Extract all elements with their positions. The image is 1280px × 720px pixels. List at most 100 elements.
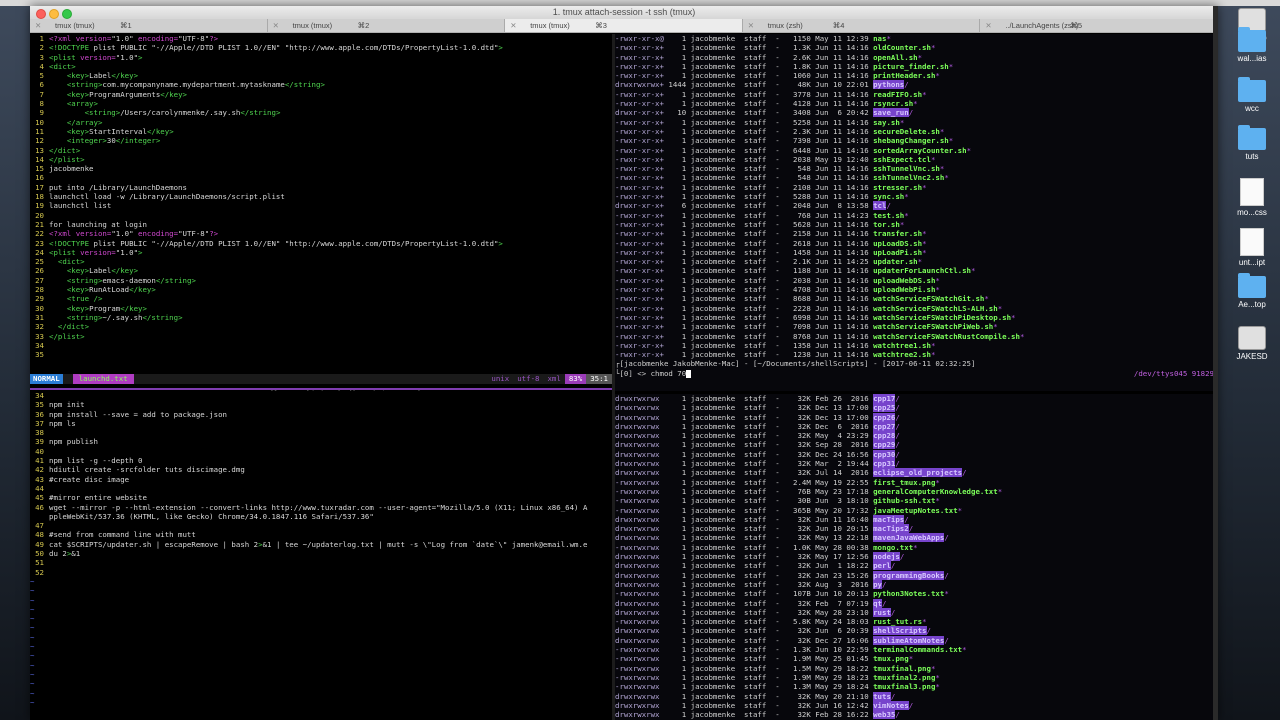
ls-filename[interactable]: generalComputerKnowledge.txt [873, 487, 998, 496]
ls-filename[interactable]: qt [873, 598, 883, 608]
desktop-icon-mo-css[interactable]: mo...css [1222, 178, 1280, 217]
ls-filename[interactable]: tor.sh [873, 220, 900, 229]
ls-filename[interactable]: printHeader.sh [873, 71, 935, 80]
ls-filename[interactable]: cpp17 [873, 394, 896, 403]
ls-filename[interactable]: watchServiceFSWatchPiWeb.sh [873, 322, 993, 331]
ls-filename[interactable]: javaMeetupNotes.txt [873, 506, 958, 515]
ls-filename[interactable]: rust [873, 607, 891, 617]
ls-filename[interactable]: cpp25 [873, 403, 896, 413]
ls-filename[interactable]: tmuxfinal2.png [873, 673, 935, 682]
ls-size: 2038 [788, 154, 816, 164]
ls-filename[interactable]: picture_finder.sh [873, 62, 949, 71]
ls-filename[interactable]: rust_tut.rs [873, 617, 922, 626]
ls-filename[interactable]: tmuxfinal.png [873, 664, 931, 673]
ls-filename[interactable]: sshTunnelVnc.sh [873, 164, 940, 173]
tab-4[interactable]: ✕ tmux (zsh) ⌘4 [743, 19, 981, 32]
close-tab-icon[interactable]: ✕ [985, 21, 991, 30]
ls-filename[interactable]: nodejs [873, 552, 900, 562]
line-text: #send from command line with mutt [49, 530, 196, 540]
ls-filename[interactable]: mavenJavaWebApps [873, 533, 945, 543]
ls-filename[interactable]: watchServiceFSWatchLS-ALH.sh [873, 304, 998, 313]
ls-filename[interactable]: cpp30 [873, 449, 896, 459]
ls-filename[interactable]: cpp28 [873, 431, 896, 441]
ls-date: Jun 11 14:16 [815, 126, 874, 136]
ls-filename[interactable]: openAll.sh [873, 53, 918, 62]
ls-filename[interactable]: sortedArrayCounter.sh [873, 146, 966, 155]
ls-filename[interactable]: sshExpect.tcl [873, 155, 931, 164]
ls-filename[interactable]: terminalCommands.txt [873, 645, 962, 654]
ls-filename[interactable]: watchServiceFSWatchPiDesktop.sh [873, 313, 1011, 322]
ls-filename[interactable]: tmuxfinal3.png [873, 682, 935, 691]
ls-filename[interactable]: readFIFO.sh [873, 90, 922, 99]
ls-filename[interactable]: secureDelete.sh [873, 127, 940, 136]
desktop-icon-wcc[interactable]: wcc [1222, 77, 1280, 113]
ls-filename[interactable]: oldCounter.sh [873, 43, 931, 52]
ls-filename[interactable]: uploadWebPi.sh [873, 285, 935, 294]
ls-filename[interactable]: updaterForLaunchCtl.sh [873, 266, 971, 275]
ls-owner: jacobmenke staff - [690, 257, 789, 267]
ls-links: 1 [668, 52, 691, 62]
ls-filename[interactable]: say.sh [873, 118, 900, 127]
ls-filename[interactable]: github-ssh.txt [873, 496, 935, 505]
ls-filename[interactable]: cpp31 [873, 459, 896, 469]
ls-filename[interactable]: upLoadDS.sh [873, 239, 922, 248]
ls-filename[interactable]: pythons [873, 80, 905, 90]
ls-filename[interactable]: programmingBooks [873, 570, 945, 580]
ls-filename[interactable]: sshTunnelVnc2.sh [873, 173, 944, 182]
ls-filename[interactable]: eclipse_old_projects [873, 468, 963, 478]
ls-filename[interactable]: vimNotes [873, 700, 909, 710]
ls-filename[interactable]: macTips [873, 514, 905, 524]
tab-5[interactable]: ✕ ../LaunchAgents (zsh) ⌘5 [980, 19, 1218, 32]
ls-filename[interactable]: shebangChanger.sh [873, 136, 949, 145]
ls-filename[interactable]: stresser.sh [873, 183, 922, 192]
ls-filename[interactable]: cpp26 [873, 412, 896, 422]
ls-date: May 4 23:29 [815, 431, 874, 441]
ls-filename[interactable]: first_tmux.png [873, 478, 935, 487]
ls-filename[interactable]: watchServiceFSWatchGit.sh [873, 294, 984, 303]
ls-filename[interactable]: tmux.png [873, 654, 909, 663]
line-number: 37 [35, 418, 44, 428]
prompt-input[interactable]: └[0] <> chmod 70/dev/ttys045 91829 [615, 369, 1218, 378]
ls-filename[interactable]: uploadWebDS.sh [873, 276, 935, 285]
ls-size: 107B [788, 589, 816, 599]
close-tab-icon[interactable]: ✕ [35, 21, 41, 30]
scrollbar[interactable] [1213, 6, 1218, 720]
ls-filename[interactable]: nas [873, 34, 886, 43]
ls-filename[interactable]: tcl [873, 201, 887, 211]
ls-filename[interactable]: mongo.txt [873, 543, 913, 552]
ls-filename[interactable]: cpp29 [873, 440, 896, 450]
ls-owner: jacobmenke staff - [690, 266, 789, 276]
pane-divider-horizontal[interactable] [30, 388, 612, 390]
ls-filename[interactable]: rsyncr.sh [873, 99, 913, 108]
ls-filename[interactable]: py [873, 579, 883, 589]
ls-filename[interactable]: watchtree2.sh [873, 350, 931, 359]
ls-filename[interactable]: tuts [873, 691, 891, 701]
ls-filename[interactable]: upLoadPi.sh [873, 248, 922, 257]
desktop-icon-unt-ipt[interactable]: unt...ipt [1222, 228, 1280, 267]
ls-filename[interactable]: updater.sh [873, 257, 918, 266]
ls-filename[interactable]: sublimeAtomNotes [873, 635, 945, 645]
ls-filename[interactable]: transfer.sh [873, 229, 922, 238]
shell-top-pane[interactable]: -rwxr-xr-x@ 1 jacobmenke staff - 1150 Ma… [615, 34, 1218, 391]
vim-top-pane[interactable]: 1 <?xml version="1.0" encoding="UTF-8"?> 2… [30, 34, 612, 374]
ls-filename[interactable]: web35 [873, 710, 896, 720]
ls-filename[interactable]: watchtree1.sh [873, 341, 931, 350]
desktop-icon-tuts[interactable]: tuts [1222, 125, 1280, 161]
ls-filename[interactable]: shellScripts [873, 626, 927, 636]
ls-filename[interactable]: cpp27 [873, 421, 896, 431]
ls-filename[interactable]: save_run [873, 108, 909, 118]
line-text: npm list -g --depth 0 [49, 456, 143, 466]
desktop-icon-ae-top[interactable]: Ae...top [1222, 273, 1280, 309]
ls-permissions: drwxr-xr-x+ [615, 108, 669, 118]
vim-bottom-pane[interactable]: 34 35 npm init 36 npm install --save = add t… [30, 391, 612, 720]
ls-filename[interactable]: test.sh [873, 211, 904, 220]
ls-filename[interactable]: python3Notes.txt [873, 589, 944, 598]
ls-filename[interactable]: macTips2 [873, 524, 909, 534]
close-tab-icon[interactable]: ✕ [748, 21, 754, 30]
desktop-icon-wal-ias[interactable]: wal...ias [1222, 27, 1280, 63]
ls-filename[interactable]: sync.sh [873, 192, 904, 201]
shell-bottom-pane[interactable]: drwxrwxrwx 1 jacobmenke staff - 32K Feb … [615, 394, 1218, 720]
ls-filename[interactable]: watchServiceFSWatchRustCompile.sh [873, 332, 1020, 341]
ls-filename[interactable]: perl [873, 561, 891, 571]
desktop-icon-jakesd[interactable]: JAKESD [1222, 326, 1280, 361]
